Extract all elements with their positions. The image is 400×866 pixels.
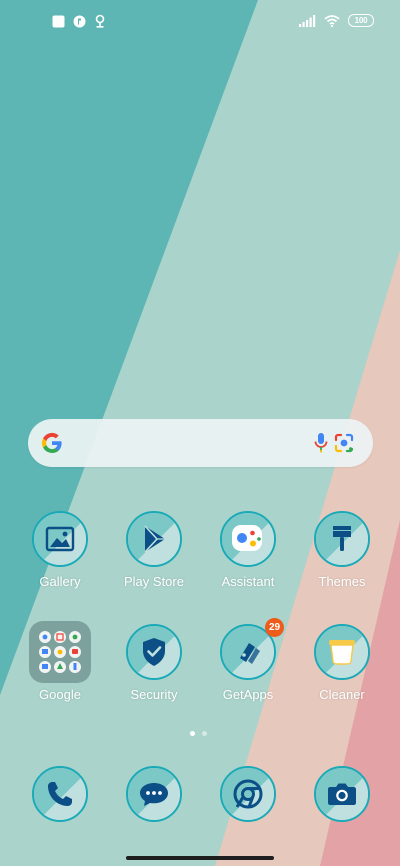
- app-label: GetApps: [222, 687, 274, 702]
- google-search-bar[interactable]: [28, 419, 373, 467]
- dock-messages[interactable]: [116, 766, 192, 822]
- themes-brush-icon: [314, 511, 370, 567]
- messages-icon: [126, 766, 182, 822]
- square-notification-icon: [52, 15, 65, 27]
- app-label: Themes: [318, 574, 366, 589]
- dock-phone[interactable]: [22, 766, 98, 822]
- google-folder-icon: [29, 621, 91, 683]
- page-dot-active: [190, 731, 195, 736]
- folder-google[interactable]: Google: [22, 621, 98, 702]
- app-cleaner[interactable]: Cleaner: [304, 624, 380, 702]
- gallery-icon: [32, 511, 88, 567]
- app-label: Play Store: [124, 574, 184, 589]
- status-bar-right: 100: [299, 14, 374, 27]
- shield-check-icon: [126, 624, 182, 680]
- dock-camera[interactable]: [304, 766, 380, 822]
- mic-icon[interactable]: [312, 431, 330, 455]
- page-dot: [202, 731, 207, 736]
- assistant-icon: [220, 511, 276, 567]
- phone-icon: [32, 766, 88, 822]
- play-store-icon: [126, 511, 182, 567]
- location-icon: [95, 14, 105, 28]
- app-gallery[interactable]: Gallery: [22, 511, 98, 589]
- page-indicator: [190, 731, 207, 736]
- app-getapps[interactable]: 29 GetApps: [210, 618, 286, 702]
- notification-badge: 29: [265, 618, 284, 637]
- app-assistant[interactable]: Assistant: [210, 511, 286, 589]
- app-security[interactable]: Security: [116, 624, 192, 702]
- app-label: Google: [39, 687, 81, 702]
- battery-indicator: 100: [348, 14, 374, 27]
- status-bar-left: [52, 14, 106, 28]
- status-bar: 100: [0, 0, 400, 44]
- google-g-icon: [41, 432, 62, 454]
- wifi-icon: [324, 14, 340, 27]
- app-themes[interactable]: Themes: [304, 511, 380, 589]
- home-indicator[interactable]: [126, 856, 274, 860]
- battery-level: 100: [354, 16, 368, 25]
- camera-icon: [314, 766, 370, 822]
- dock-chrome[interactable]: [210, 766, 286, 822]
- signal-icon: [299, 14, 316, 27]
- cleaner-icon: [314, 624, 370, 680]
- app-label: Security: [130, 687, 178, 702]
- app-notification-icon: [73, 15, 86, 27]
- app-label: Assistant: [221, 574, 275, 589]
- chrome-icon: [220, 766, 276, 822]
- google-lens-icon[interactable]: [332, 431, 356, 455]
- app-label: Gallery: [39, 574, 81, 589]
- app-play-store[interactable]: Play Store: [116, 511, 192, 589]
- app-label: Cleaner: [319, 687, 365, 702]
